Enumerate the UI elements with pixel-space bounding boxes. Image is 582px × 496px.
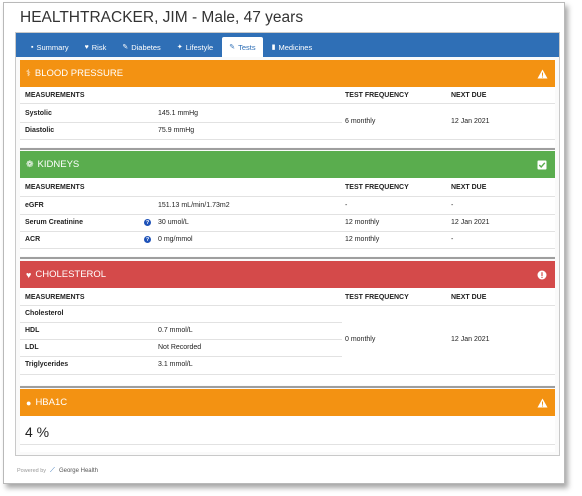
measurement-name: eGFR — [25, 202, 44, 209]
warning-icon — [536, 68, 548, 80]
summary-icon: ▪ — [31, 43, 34, 51]
warning-icon — [536, 397, 548, 409]
tab-label: Risk — [91, 42, 107, 52]
section-title: KIDNEYS — [37, 159, 80, 170]
col-header-next-due: NEXT DUE — [451, 92, 487, 99]
kidney-icon: ❁ — [26, 159, 34, 169]
drop-icon: ● — [26, 397, 32, 408]
tab-label: Lifestyle — [185, 42, 214, 52]
next-due: - — [451, 202, 454, 209]
measurement-value: 0 mg/mmol — [158, 236, 193, 243]
footer: Powered by ⟋ George Health — [17, 467, 98, 475]
hba1c-body: 4 % — [20, 416, 555, 452]
syringe-icon: ✎ — [122, 44, 129, 51]
george-health-logo-icon: ⟋ — [50, 467, 55, 474]
test-frequency: 12 monthly — [345, 219, 380, 226]
tab-summary[interactable]: ▪ Summary — [24, 37, 76, 57]
measurement-value: 30 umol/L — [158, 219, 189, 226]
running-icon: ✦ — [176, 44, 183, 51]
blood-pressure-icon: ⚕ — [26, 68, 31, 78]
measurement-value: 75.9 mmHg — [158, 127, 195, 134]
measurement-value: 0.7 mmol/L — [158, 327, 193, 334]
powered-by-label: Powered by — [17, 468, 47, 474]
blood-pressure-body: MEASUREMENTS TEST FREQUENCY NEXT DUE Sys… — [20, 87, 555, 147]
next-due: - — [451, 236, 454, 243]
tab-label: Tests — [238, 42, 256, 52]
measurement-value: Not Recorded — [158, 344, 202, 351]
page-title: HEALTHTRACKER, JIM - Male, 47 years — [20, 9, 304, 26]
window-frame: HEALTHTRACKER, JIM - Male, 47 years ▪ Sum… — [3, 2, 565, 484]
measurement-name: ACR — [25, 236, 41, 243]
test-frequency: - — [345, 202, 348, 209]
brand-name: George Health — [58, 468, 98, 474]
kidneys-header[interactable]: ❁ KIDNEYS — [20, 151, 555, 178]
measurement-name: Serum Creatinine — [25, 219, 83, 226]
tab-bar: ▪ Summary ♥ Risk ✎ Diabetes ✦ Lifestyle ✎ Tes… — [16, 33, 559, 57]
measurement-name: Systolic — [25, 110, 52, 117]
measurement-value: 3.1 mmol/L — [158, 361, 193, 368]
test-frequency: 0 monthly — [345, 336, 376, 343]
blood-pressure-header[interactable]: ⚕ BLOOD PRESSURE — [20, 60, 555, 87]
test-frequency: 6 monthly — [345, 118, 376, 125]
measurement-value: 151.13 mL/min/1.73m2 — [158, 202, 230, 209]
tab-lifestyle[interactable]: ✦ Lifestyle — [170, 37, 220, 57]
cholesterol-body: MEASUREMENTS TEST FREQUENCY NEXT DUE Cho… — [20, 288, 555, 385]
kidneys-body: MEASUREMENTS TEST FREQUENCY NEXT DUE eGF… — [20, 178, 555, 256]
test-frequency: 12 monthly — [345, 236, 380, 243]
info-icon[interactable]: ? — [144, 219, 151, 226]
next-due: 12 Jan 2021 — [451, 336, 490, 343]
col-header-frequency: TEST FREQUENCY — [345, 92, 409, 99]
tab-risk[interactable]: ♥ Risk — [78, 37, 114, 57]
col-header-frequency: TEST FREQUENCY — [345, 184, 409, 191]
check-icon — [536, 159, 548, 171]
col-header-measurements: MEASUREMENTS — [25, 184, 85, 191]
section-title: HBA1C — [35, 397, 68, 408]
medicine-icon: ▮ — [271, 44, 276, 51]
tab-medicines[interactable]: ▮ Medicines — [265, 37, 320, 57]
col-header-measurements: MEASUREMENTS — [25, 294, 85, 301]
tab-diabetes[interactable]: ✎ Diabetes — [115, 37, 167, 57]
alert-icon — [536, 269, 548, 281]
hba1c-header[interactable]: ● HBA1C — [20, 389, 555, 416]
measurement-value: 145.1 mmHg — [158, 110, 199, 117]
cholesterol-header[interactable]: ♥ CHOLESTEROL — [20, 261, 555, 288]
section-title: CHOLESTEROL — [35, 269, 107, 280]
next-due: 12 Jan 2021 — [451, 118, 490, 125]
tab-label: Medicines — [278, 42, 313, 52]
main-panel: ▪ Summary ♥ Risk ✎ Diabetes ✦ Lifestyle ✎ Tes… — [15, 32, 560, 456]
heart-icon: ♥ — [26, 269, 32, 280]
test-icon: ✎ — [229, 44, 236, 51]
col-header-frequency: TEST FREQUENCY — [345, 294, 409, 301]
measurement-name: HDL — [25, 327, 40, 334]
section-title: BLOOD PRESSURE — [34, 68, 124, 79]
hba1c-value: 4 % — [25, 424, 50, 440]
col-header-next-due: NEXT DUE — [451, 294, 487, 301]
col-header-measurements: MEASUREMENTS — [25, 92, 85, 99]
col-header-next-due: NEXT DUE — [451, 184, 487, 191]
heart-icon: ♥ — [84, 43, 89, 51]
info-icon[interactable]: ? — [144, 236, 151, 243]
measurement-name: Cholesterol — [25, 310, 64, 317]
measurement-name: Triglycerides — [25, 361, 69, 368]
tab-label: Diabetes — [131, 42, 161, 52]
tab-label: Summary — [36, 42, 69, 52]
measurement-name: LDL — [25, 344, 39, 351]
next-due: 12 Jan 2021 — [451, 219, 490, 226]
measurement-name: Diastolic — [25, 127, 55, 134]
tab-tests[interactable]: ✎ Tests — [222, 37, 263, 57]
